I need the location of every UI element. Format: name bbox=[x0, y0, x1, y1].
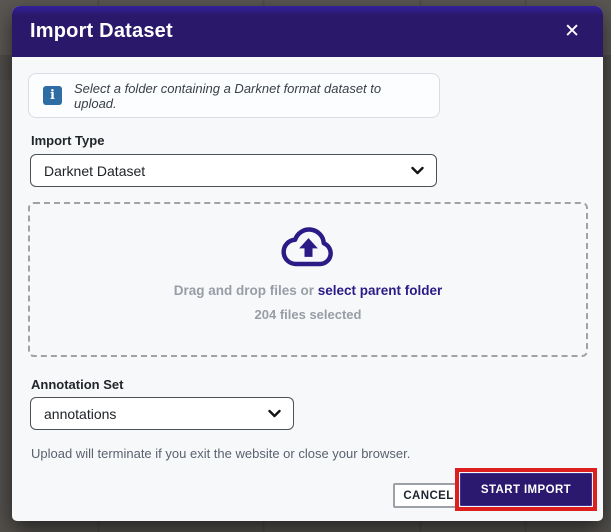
annotation-set-selected-value: annotations bbox=[44, 405, 117, 422]
import-type-label: Import Type bbox=[31, 133, 105, 148]
modal-title: Import Dataset bbox=[30, 20, 173, 42]
cloud-upload-icon bbox=[280, 227, 333, 267]
select-parent-folder-link[interactable]: select parent folder bbox=[318, 283, 443, 298]
info-banner: i Select a folder containing a Darknet f… bbox=[28, 73, 440, 118]
close-icon: ✕ bbox=[564, 21, 580, 42]
chevron-down-icon bbox=[268, 409, 281, 418]
info-icon: i bbox=[43, 86, 62, 105]
import-type-selected-value: Darknet Dataset bbox=[44, 162, 146, 179]
chevron-down-icon bbox=[411, 166, 424, 175]
start-import-button[interactable]: START IMPORT bbox=[460, 473, 592, 506]
info-banner-text: Select a folder containing a Darknet for… bbox=[74, 80, 382, 111]
import-type-select[interactable]: Darknet Dataset bbox=[30, 154, 437, 187]
action-highlight-box: START IMPORT bbox=[455, 468, 597, 511]
screen: Import Dataset ✕ i Select a folder conta… bbox=[0, 0, 611, 532]
dropzone-instruction: Drag and drop files or select parent fol… bbox=[174, 283, 443, 298]
file-dropzone[interactable]: Drag and drop files or select parent fol… bbox=[28, 202, 588, 357]
close-button[interactable]: ✕ bbox=[562, 20, 582, 43]
annotation-set-select[interactable]: annotations bbox=[30, 397, 294, 430]
import-dataset-modal: Import Dataset ✕ i Select a folder conta… bbox=[12, 6, 603, 521]
files-selected-count: 204 files selected bbox=[254, 307, 362, 322]
modal-header: Import Dataset ✕ bbox=[12, 6, 603, 57]
drag-drop-text: Drag and drop files or bbox=[173, 283, 318, 298]
cancel-button[interactable]: CANCEL bbox=[393, 483, 464, 508]
upload-warning-text: Upload will terminate if you exit the we… bbox=[31, 446, 411, 461]
annotation-set-label: Annotation Set bbox=[31, 377, 124, 392]
